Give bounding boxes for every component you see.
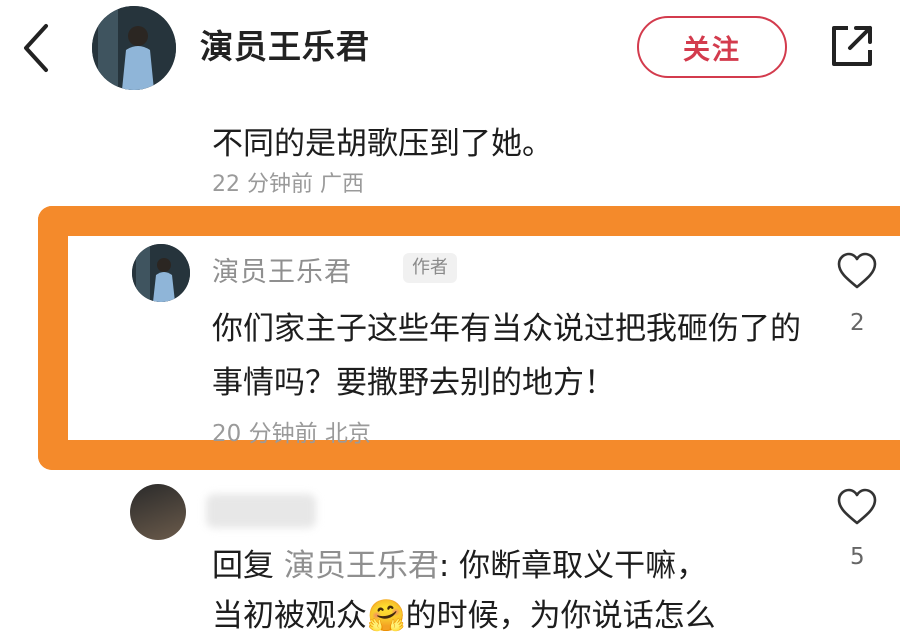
reply-text-line2: 当初被观众🤗的时候，为你说话怎么 xyxy=(212,598,716,634)
avatar[interactable] xyxy=(92,6,176,90)
comment-text: 你们家主子这些年有当众说过把我砸伤了的事情吗？要撒野去别的地方！ xyxy=(212,311,801,401)
chevron-left-icon xyxy=(24,24,48,72)
reply-text-line1: 回复 演员王乐君: 你断章取义干嘛， xyxy=(212,540,707,585)
back-button[interactable] xyxy=(18,20,54,76)
reply-like-count: 5 xyxy=(850,544,865,570)
share-external-icon xyxy=(832,26,872,66)
reply-prefix: 回复 xyxy=(212,548,284,584)
comment-meta: 20 分钟前 北京 xyxy=(212,421,371,447)
reply-author-name-blurred xyxy=(206,494,316,528)
previous-comment-meta: 22 分钟前 广西 xyxy=(212,172,364,194)
avatar-image xyxy=(92,6,176,90)
heart-outline-icon xyxy=(837,488,877,525)
follow-button[interactable]: 关注 xyxy=(637,16,787,78)
reply-like-button[interactable] xyxy=(836,488,878,526)
comment-avatar[interactable] xyxy=(132,244,190,302)
share-button[interactable] xyxy=(826,20,878,72)
reply-text: : 你断章取义干嘛， xyxy=(438,548,708,584)
author-badge: 作者 xyxy=(403,253,457,283)
like-button[interactable] xyxy=(836,252,878,290)
header-user-name: 演员王乐君 xyxy=(200,27,370,66)
comment-author-name[interactable]: 演员王乐君 xyxy=(212,250,352,289)
reply-avatar[interactable] xyxy=(130,484,186,540)
heart-outline-icon xyxy=(837,252,877,289)
reply-target-name[interactable]: 演员王乐君 xyxy=(284,548,439,584)
previous-comment-text: 不同的是胡歌压到了她。 xyxy=(212,126,553,162)
avatar-image xyxy=(132,244,190,302)
like-count: 2 xyxy=(850,310,865,336)
